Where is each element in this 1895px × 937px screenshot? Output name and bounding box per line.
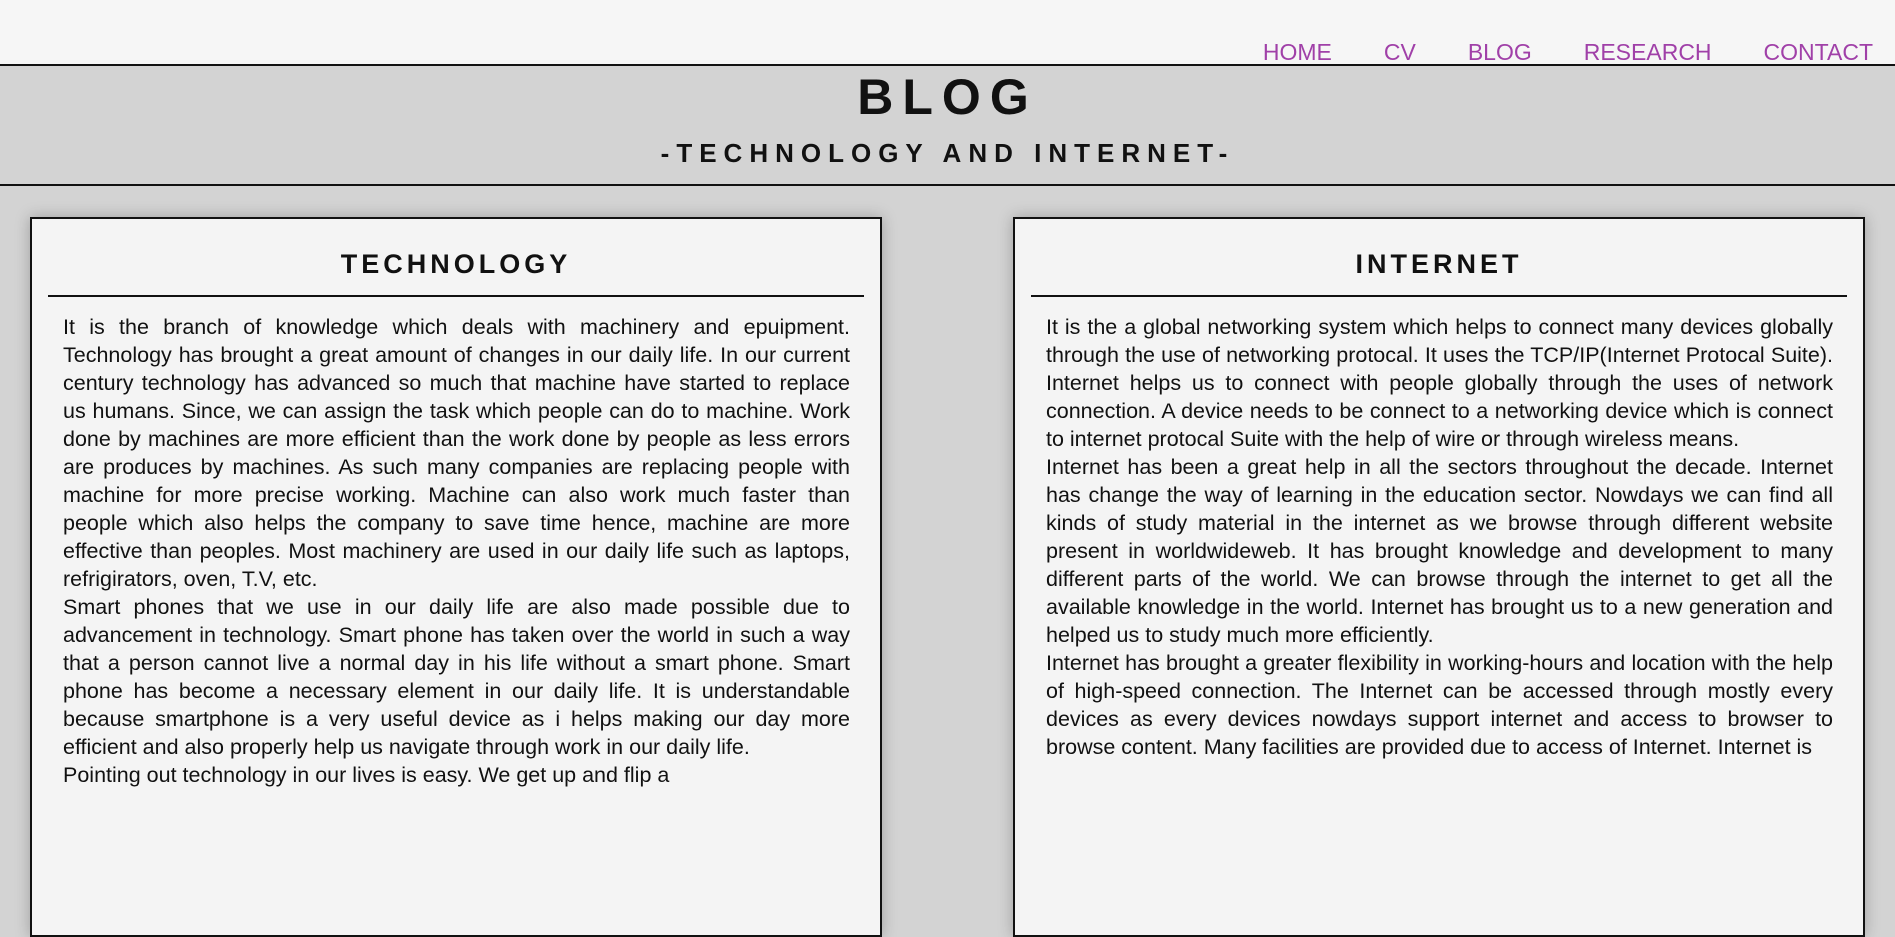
internet-card: INTERNET It is the a global networking s… — [1013, 217, 1865, 937]
article-paragraph: Internet has been a great help in all th… — [1046, 455, 1833, 647]
article-paragraph: It is the a global networking system whi… — [1046, 315, 1833, 451]
heading-divider — [48, 295, 864, 297]
main-nav: HOME CV BLOG RESEARCH CONTACT — [1211, 38, 1873, 66]
technology-article: It is the branch of knowledge which deal… — [63, 313, 850, 789]
page-title: BLOG — [857, 69, 1038, 125]
page-header: BLOG -TECHNOLOGY AND INTERNET- — [0, 66, 1895, 186]
card-heading-internet: INTERNET — [1355, 249, 1523, 279]
heading-divider — [1031, 295, 1847, 297]
nav-link-home[interactable]: HOME — [1263, 38, 1332, 66]
article-paragraph: Internet has brought a greater flexibili… — [1046, 651, 1833, 759]
internet-article: It is the a global networking system whi… — [1046, 313, 1833, 761]
page-subtitle: -TECHNOLOGY AND INTERNET- — [660, 138, 1235, 168]
card-heading-technology: TECHNOLOGY — [340, 249, 572, 279]
technology-card: TECHNOLOGY It is the branch of knowledge… — [30, 217, 882, 937]
article-paragraph: Smart phones that we use in our daily li… — [63, 595, 850, 759]
nav-link-blog[interactable]: BLOG — [1468, 38, 1532, 66]
nav-link-research[interactable]: RESEARCH — [1584, 38, 1712, 66]
article-paragraph: Pointing out technology in our lives is … — [63, 763, 670, 787]
nav-link-cv[interactable]: CV — [1384, 38, 1416, 66]
top-navigation-bar: HOME CV BLOG RESEARCH CONTACT — [0, 0, 1895, 66]
article-paragraph: It is the branch of knowledge which deal… — [63, 315, 850, 591]
nav-link-contact[interactable]: CONTACT — [1764, 38, 1873, 66]
